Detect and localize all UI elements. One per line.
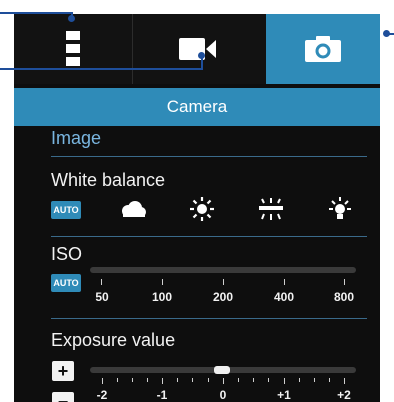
exposure-slider-thumb[interactable]	[214, 366, 230, 374]
white-balance-cloudy-button[interactable]	[118, 198, 148, 220]
minus-icon: −	[57, 392, 69, 402]
exposure-tick	[314, 378, 315, 382]
exposure-tick	[102, 378, 103, 384]
white-balance-fluorescent-button[interactable]	[256, 198, 286, 220]
white-balance-label: White balance	[51, 170, 166, 190]
tab-camera[interactable]	[266, 14, 380, 84]
exposure-increase-button[interactable]: +	[52, 361, 74, 381]
exposure-scale-label: +2	[337, 388, 351, 402]
exposure-label: Exposure value	[51, 330, 176, 350]
fluorescent-icon	[259, 198, 283, 220]
white-balance-auto-button[interactable]: AUTO	[51, 201, 81, 219]
white-balance-incandescent-button[interactable]	[325, 197, 355, 220]
exposure-tick	[162, 378, 163, 384]
cloud-icon	[122, 201, 146, 217]
iso-label: ISO	[51, 244, 83, 264]
iso-divider	[51, 318, 367, 319]
vertical-menu-icon	[66, 31, 80, 66]
iso-value-label: 200	[212, 290, 234, 304]
section-title-image: Image	[51, 128, 102, 148]
iso-value-label: 800	[333, 290, 355, 304]
section-divider	[51, 156, 367, 157]
callout-dot	[68, 15, 75, 22]
white-balance-daylight-button[interactable]	[187, 197, 217, 221]
mode-tab-bar	[14, 14, 380, 84]
iso-value-label: 400	[273, 290, 295, 304]
callout-dot	[383, 30, 390, 37]
iso-slider-track[interactable]	[90, 267, 356, 273]
iso-value-label: 50	[95, 290, 109, 304]
plus-icon: +	[57, 361, 69, 381]
header-title: Camera	[166, 97, 228, 116]
callout-dot	[198, 52, 205, 59]
iso-value-label: 100	[151, 290, 173, 304]
iso-auto-label: AUTO	[53, 278, 79, 288]
iso-tick	[101, 279, 102, 285]
iso-tick	[162, 279, 163, 285]
exposure-tick	[132, 378, 133, 382]
callout-line	[0, 12, 72, 14]
exposure-tick	[329, 378, 330, 382]
exposure-scale-label: +1	[277, 388, 291, 402]
iso-auto-button[interactable]: AUTO	[51, 274, 81, 292]
exposure-tick	[344, 378, 345, 384]
exposure-tick	[253, 378, 254, 382]
iso-tick	[344, 279, 345, 285]
exposure-tick	[117, 378, 118, 382]
exposure-tick	[147, 378, 148, 382]
exposure-tick	[192, 378, 193, 382]
exposure-tick	[177, 378, 178, 382]
exposure-tick	[284, 378, 285, 384]
white-balance-auto-label: AUTO	[53, 205, 79, 215]
exposure-scale-label: -2	[96, 388, 108, 402]
white-balance-divider	[51, 236, 367, 237]
exposure-scale-label: -1	[156, 388, 168, 402]
iso-tick	[223, 279, 224, 285]
exposure-tick	[223, 378, 224, 384]
callout-line	[0, 68, 202, 70]
exposure-scale-label: 0	[219, 388, 227, 402]
camera-settings-panel: Camera Image White balance AUTO ISO AUTO…	[14, 14, 380, 402]
incandescent-bulb-icon	[329, 197, 351, 219]
exposure-tick	[268, 378, 269, 382]
exposure-tick	[208, 378, 209, 382]
tab-video[interactable]	[132, 14, 266, 84]
tab-settings-menu[interactable]	[14, 14, 132, 84]
exposure-tick	[299, 378, 300, 382]
panel-header: Camera	[14, 88, 380, 126]
camera-icon	[305, 36, 341, 62]
iso-tick	[284, 279, 285, 285]
sun-icon	[190, 197, 214, 221]
exposure-decrease-button[interactable]: −	[52, 392, 74, 402]
exposure-tick	[238, 378, 239, 382]
